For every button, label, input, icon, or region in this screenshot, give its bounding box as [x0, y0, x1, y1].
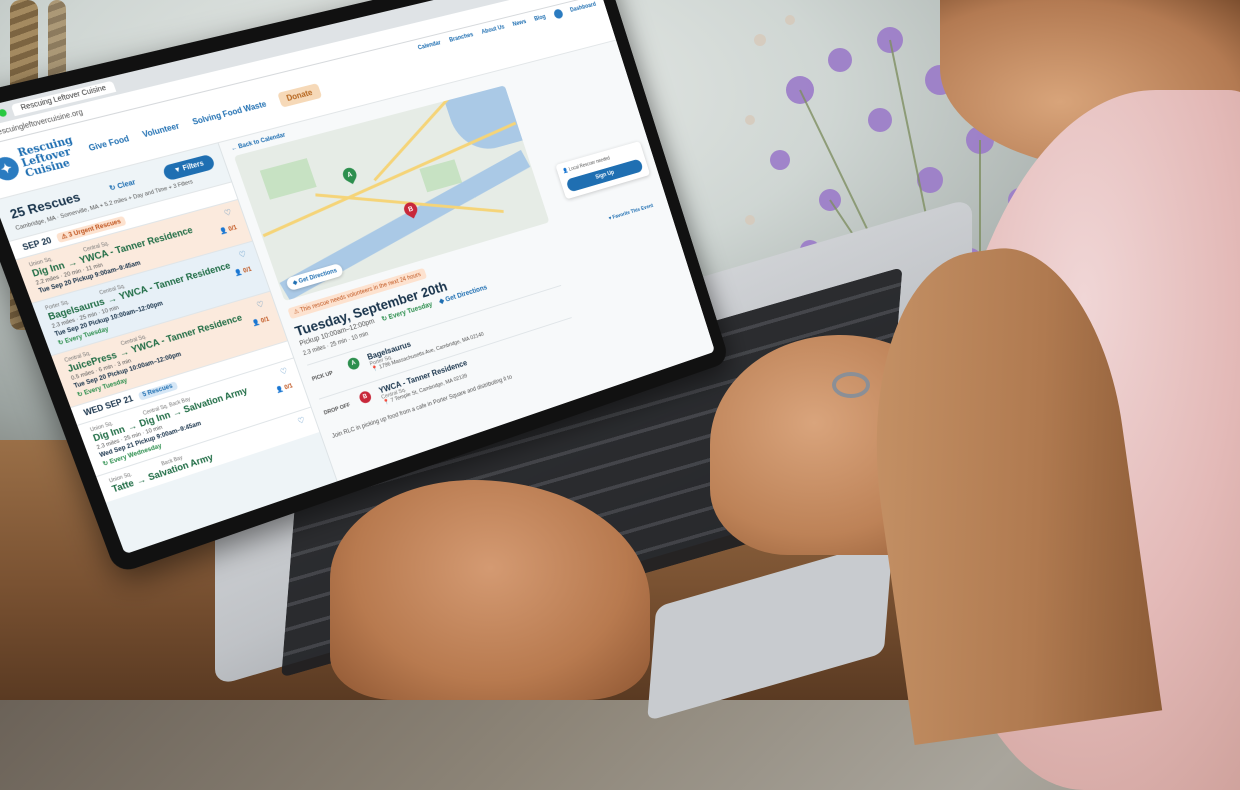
- avatar-icon[interactable]: [552, 8, 564, 20]
- pickup-marker-icon: A: [346, 356, 362, 371]
- harbor: [444, 85, 523, 157]
- laptop-screen: Rescuing Leftover Cuisine 🔒 rescuingleft…: [0, 0, 716, 555]
- donate-button[interactable]: Donate: [276, 82, 322, 108]
- nav-about-us[interactable]: About Us: [481, 24, 506, 35]
- logo-icon: ✦: [0, 154, 23, 183]
- dropoff-marker-icon: B: [357, 389, 373, 405]
- slots-count: 0/1: [227, 225, 238, 234]
- slots-count: 0/1: [260, 316, 271, 325]
- nav-blog[interactable]: Blog: [534, 14, 547, 22]
- maximize-window-icon[interactable]: [0, 107, 8, 117]
- pickup-pin-icon[interactable]: A: [340, 165, 359, 185]
- clear-filters-button[interactable]: ↻ Clear: [108, 178, 136, 193]
- park-area: [259, 158, 317, 200]
- nav-volunteer[interactable]: Volunteer: [141, 121, 180, 139]
- clear-label: Clear: [116, 178, 137, 191]
- filters-label: Filters: [181, 160, 205, 173]
- stop-label: PICK UP: [311, 370, 334, 383]
- nav-branches[interactable]: Branches: [449, 32, 475, 43]
- nav-news[interactable]: News: [512, 19, 527, 28]
- nav-calendar[interactable]: Calendar: [417, 40, 441, 51]
- slots-count: 0/1: [242, 266, 253, 275]
- nav-dashboard[interactable]: Dashboard: [570, 2, 597, 14]
- stop-label: DROP OFF: [323, 402, 352, 417]
- ring: [832, 372, 870, 398]
- nav-give-food[interactable]: Give Food: [87, 133, 130, 152]
- nav-solving-food-waste[interactable]: Solving Food Waste: [191, 99, 267, 126]
- signup-card: 👤 Local Rescuer needed Sign Up: [555, 141, 651, 200]
